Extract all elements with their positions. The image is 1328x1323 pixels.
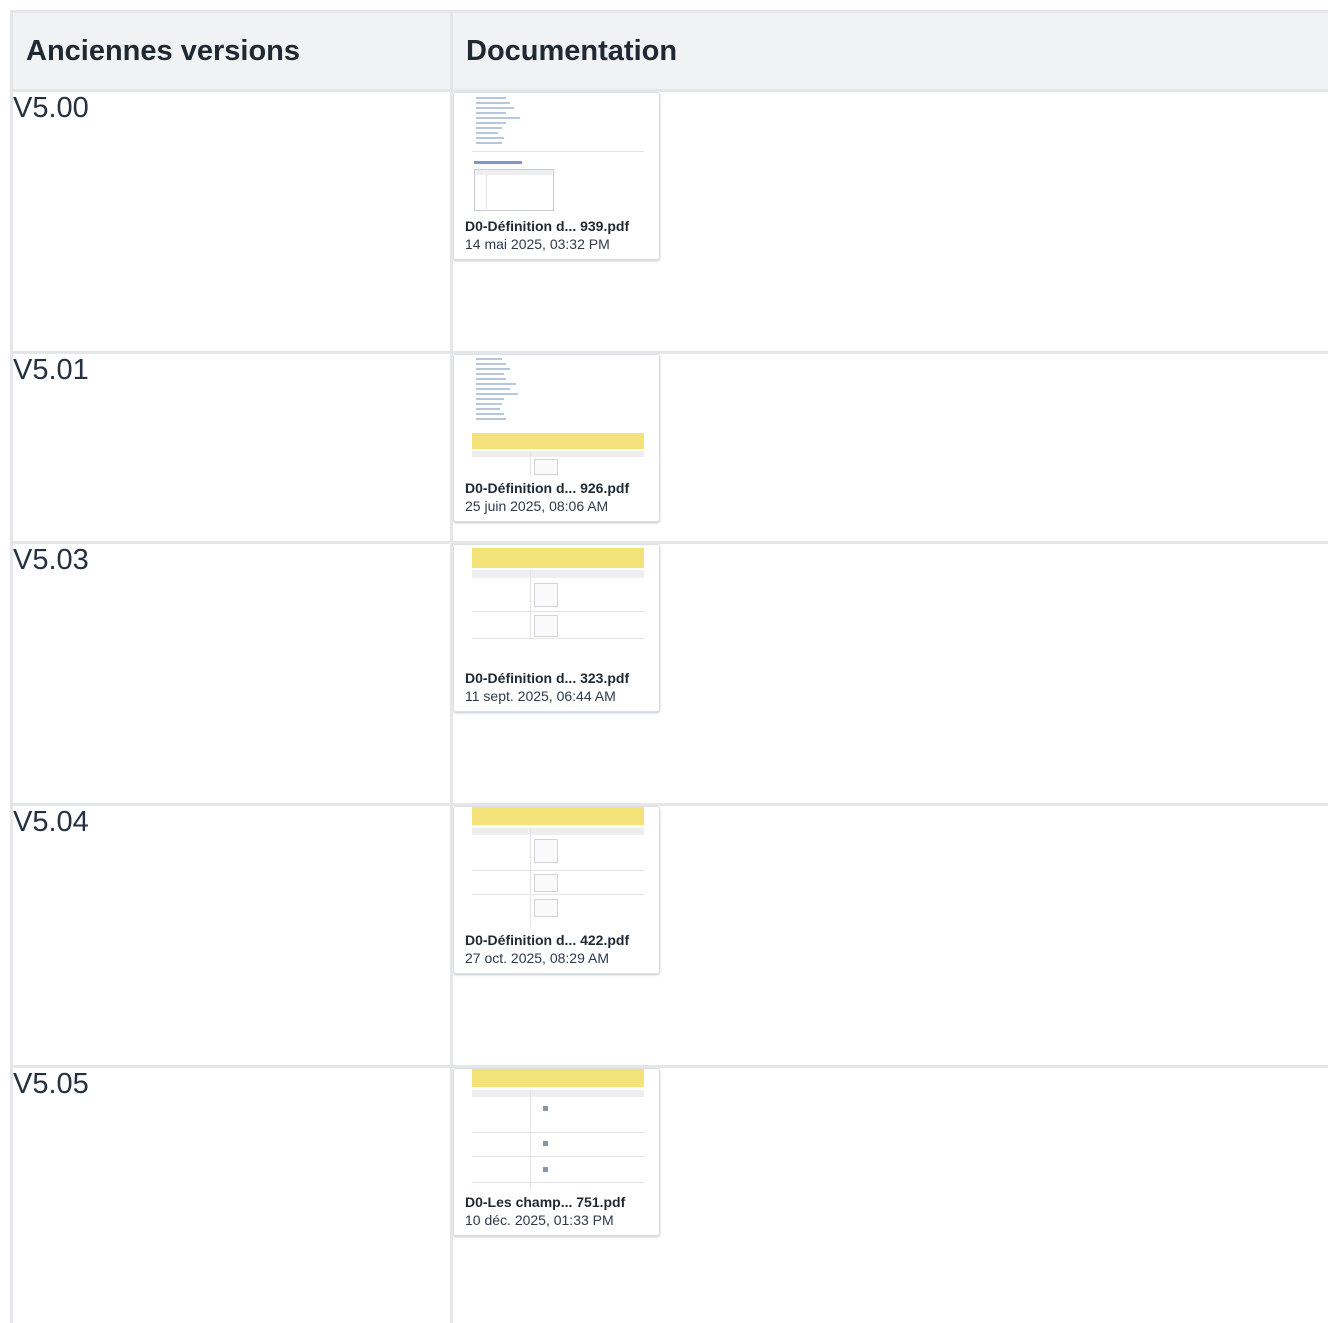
- documentation-cell: D0-Définition d... 939.pdf 14 mai 2025, …: [450, 89, 1328, 354]
- file-card[interactable]: D0-Définition d... 323.pdf 11 sept. 2025…: [453, 544, 660, 712]
- version-label: V5.01: [10, 351, 453, 544]
- version-label: V5.04: [10, 803, 453, 1068]
- documentation-cell: D0-Définition d... 422.pdf 27 oct. 2025,…: [450, 803, 1328, 1068]
- file-card[interactable]: D0-Définition d... 422.pdf 27 oct. 2025,…: [453, 806, 660, 974]
- pdf-thumbnail-icon[interactable]: [454, 807, 659, 927]
- file-card[interactable]: D0-Définition d... 926.pdf 25 juin 2025,…: [453, 354, 660, 522]
- version-label: V5.05: [10, 1065, 453, 1323]
- pdf-thumbnail-icon[interactable]: [454, 545, 659, 665]
- file-name[interactable]: D0-Les champ... 751.pdf: [465, 1193, 649, 1211]
- version-label: V5.00: [10, 89, 453, 354]
- documentation-cell: D0-Définition d... 926.pdf 25 juin 2025,…: [450, 351, 1328, 544]
- pdf-thumbnail-icon[interactable]: [454, 355, 659, 475]
- file-date: 10 déc. 2025, 01:33 PM: [465, 1212, 614, 1228]
- file-card[interactable]: D0-Les champ... 751.pdf 10 déc. 2025, 01…: [453, 1068, 660, 1236]
- versions-table: Anciennes versions Documentation V5.00 D…: [10, 10, 1328, 1323]
- file-name[interactable]: D0-Définition d... 926.pdf: [465, 479, 649, 497]
- documentation-cell: D0-Définition d... 323.pdf 11 sept. 2025…: [450, 541, 1328, 806]
- table-row: V5.05 D0-Les champ... 751.pdf 10 déc. 20…: [10, 1065, 1328, 1323]
- version-label: V5.03: [10, 541, 453, 806]
- file-date: 11 sept. 2025, 06:44 AM: [465, 688, 616, 704]
- file-name[interactable]: D0-Définition d... 422.pdf: [465, 931, 649, 949]
- table-row: V5.01 D0-Définition d... 926.pdf 25 juin…: [10, 351, 1328, 544]
- column-header-documentation: Documentation: [450, 10, 1328, 92]
- file-name[interactable]: D0-Définition d... 939.pdf: [465, 217, 649, 235]
- pdf-thumbnail-icon[interactable]: [454, 1069, 659, 1189]
- file-date: 14 mai 2025, 03:32 PM: [465, 236, 610, 252]
- table-row: V5.04 D0-Définition d... 422.pdf 27 oct.…: [10, 803, 1328, 1068]
- file-date: 25 juin 2025, 08:06 AM: [465, 498, 609, 514]
- column-header-versions: Anciennes versions: [10, 10, 453, 92]
- documentation-cell: D0-Les champ... 751.pdf 10 déc. 2025, 01…: [450, 1065, 1328, 1323]
- file-name[interactable]: D0-Définition d... 323.pdf: [465, 669, 649, 687]
- table-row: V5.03 D0-Définition d... 323.pdf 11 sept…: [10, 541, 1328, 806]
- page: Anciennes versions Documentation V5.00 D…: [0, 0, 1328, 1323]
- table-row: V5.00 D0-Définition d... 939.pdf 14 mai …: [10, 89, 1328, 354]
- file-card[interactable]: D0-Définition d... 939.pdf 14 mai 2025, …: [453, 92, 660, 260]
- file-date: 27 oct. 2025, 08:29 AM: [465, 950, 609, 966]
- table-header-row: Anciennes versions Documentation: [10, 10, 1328, 92]
- pdf-thumbnail-icon[interactable]: [454, 93, 659, 213]
